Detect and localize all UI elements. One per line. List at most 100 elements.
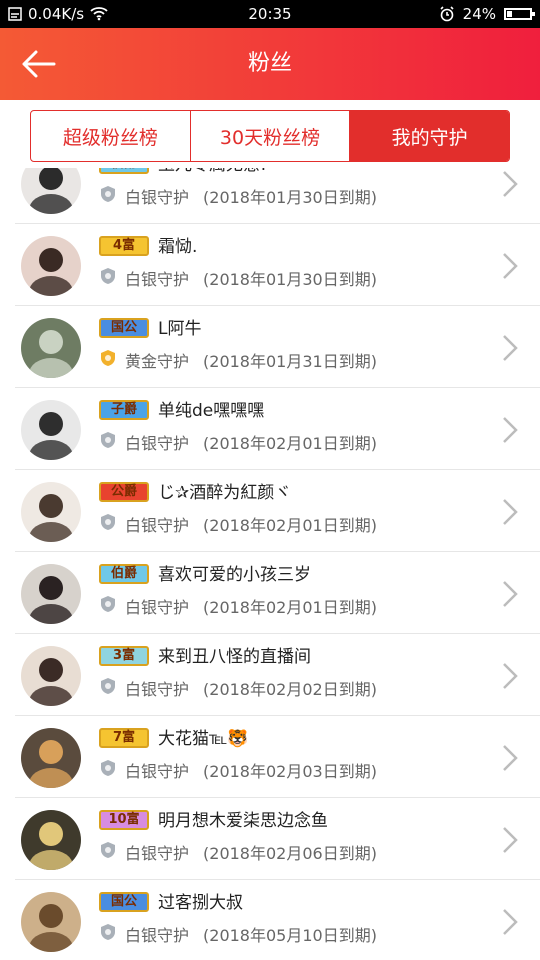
- avatar[interactable]: [21, 728, 81, 788]
- avatar[interactable]: [21, 400, 81, 460]
- list-item[interactable]: 伯爵 喜欢可爱的小孩三岁 白银守护 (2018年02月01日到期): [15, 552, 540, 634]
- level-badge: 公爵: [99, 482, 149, 502]
- user-name: 来到丑八怪的直播间: [158, 647, 311, 667]
- list-item[interactable]: 10富 明月想木爱柒思边念鱼 白银守护 (2018年02月06日到期): [15, 798, 540, 880]
- guard-info: 白银守护 (2018年02月02日到期): [125, 676, 377, 700]
- list-item[interactable]: 伯爵 玉儿专属无意! 白银守护 (2018年01月30日到期): [15, 168, 540, 224]
- guard-info: 白银守护 (2018年02月01日到期): [125, 430, 377, 454]
- level-badge: 伯爵: [99, 564, 149, 584]
- expire-date: (2018年01月31日到期): [203, 352, 377, 371]
- expire-date: (2018年02月01日到期): [203, 598, 377, 617]
- battery-text: 24%: [462, 5, 496, 23]
- battery-fill: [507, 11, 512, 17]
- guard-info: 白银守护 (2018年02月03日到期): [125, 758, 377, 782]
- user-name: 过客捌大叔: [158, 893, 243, 913]
- level-badge: 子爵: [99, 400, 149, 420]
- avatar[interactable]: [21, 318, 81, 378]
- user-name: 喜欢可爱的小孩三岁: [158, 565, 311, 585]
- expire-date: (2018年02月01日到期): [203, 516, 377, 535]
- avatar[interactable]: [21, 892, 81, 952]
- alarm-icon: [439, 6, 455, 22]
- avatar[interactable]: [21, 810, 81, 870]
- tab-bar: 超级粉丝榜 30天粉丝榜 我的守护: [30, 110, 510, 162]
- avatar[interactable]: [21, 646, 81, 706]
- expire-date: (2018年02月03日到期): [203, 762, 377, 781]
- level-badge: 国公: [99, 892, 149, 912]
- gold-guard-icon: [99, 349, 117, 367]
- guard-type: 白银守护: [125, 762, 190, 781]
- chevron-right-icon: [502, 826, 518, 854]
- chevron-right-icon: [502, 580, 518, 608]
- list-item[interactable]: 4富 霜恸. 白银守护 (2018年01月30日到期): [15, 224, 540, 306]
- user-name: L阿牛: [158, 319, 202, 339]
- status-bar: 0.04K/s 20:35 24%: [0, 0, 540, 28]
- silver-guard-icon: [99, 759, 117, 777]
- expire-date: (2018年05月10日到期): [203, 926, 377, 945]
- guard-info: 黄金守护 (2018年01月31日到期): [125, 348, 377, 372]
- user-name: 明月想木爱柒思边念鱼: [158, 811, 328, 831]
- avatar[interactable]: [21, 168, 81, 214]
- guard-info: 白银守护 (2018年01月30日到期): [125, 266, 377, 290]
- level-badge: 7富: [99, 728, 149, 748]
- chevron-right-icon: [502, 744, 518, 772]
- level-badge: 10富: [99, 810, 149, 830]
- guard-info: 白银守护 (2018年01月30日到期): [125, 184, 377, 208]
- app-header: 粉丝: [0, 28, 540, 100]
- guard-type: 白银守护: [125, 598, 190, 617]
- avatar[interactable]: [21, 482, 81, 542]
- guard-info: 白银守护 (2018年02月01日到期): [125, 594, 377, 618]
- silver-guard-icon: [99, 513, 117, 531]
- expire-date: (2018年02月06日到期): [203, 844, 377, 863]
- list-item[interactable]: 公爵 じ✰酒醉为紅颜ヾ 白银守护 (2018年02月01日到期): [15, 470, 540, 552]
- expire-date: (2018年02月02日到期): [203, 680, 377, 699]
- user-name: 霜恸.: [158, 237, 198, 257]
- chevron-right-icon: [502, 252, 518, 280]
- user-name: 单纯de嘿嘿嘿: [158, 401, 265, 421]
- silver-guard-icon: [99, 595, 117, 613]
- guard-info: 白银守护 (2018年02月06日到期): [125, 840, 377, 864]
- silver-guard-icon: [99, 267, 117, 285]
- tab-30-day-fans[interactable]: 30天粉丝榜: [191, 111, 351, 161]
- user-name: 玉儿专属无意!: [158, 168, 267, 175]
- expire-date: (2018年01月30日到期): [203, 188, 377, 207]
- list-item[interactable]: 7富 大花猫℡🐯 白银守护 (2018年02月03日到期): [15, 716, 540, 798]
- user-name: じ✰酒醉为紅颜ヾ: [158, 483, 292, 503]
- chevron-right-icon: [502, 170, 518, 198]
- user-name: 大花猫℡🐯: [158, 729, 249, 749]
- avatar[interactable]: [21, 564, 81, 624]
- tab-super-fans[interactable]: 超级粉丝榜: [31, 111, 191, 161]
- expire-date: (2018年02月01日到期): [203, 434, 377, 453]
- battery-icon: [504, 8, 535, 20]
- guard-type: 白银守护: [125, 926, 190, 945]
- guard-type: 白银守护: [125, 680, 190, 699]
- avatar[interactable]: [21, 236, 81, 296]
- silver-guard-icon: [99, 677, 117, 695]
- silver-guard-icon: [99, 923, 117, 941]
- guard-info: 白银守护 (2018年05月10日到期): [125, 922, 377, 946]
- guard-type: 黄金守护: [125, 352, 190, 371]
- chevron-right-icon: [502, 334, 518, 362]
- tab-my-guard[interactable]: 我的守护: [350, 111, 509, 161]
- level-badge: 国公: [99, 318, 149, 338]
- silver-guard-icon: [99, 431, 117, 449]
- list-item[interactable]: 3富 来到丑八怪的直播间 白银守护 (2018年02月02日到期): [15, 634, 540, 716]
- chevron-right-icon: [502, 416, 518, 444]
- list-item[interactable]: 子爵 单纯de嘿嘿嘿 白银守护 (2018年02月01日到期): [15, 388, 540, 470]
- chevron-right-icon: [502, 908, 518, 936]
- list-item[interactable]: 国公 L阿牛 黄金守护 (2018年01月31日到期): [15, 306, 540, 388]
- chevron-right-icon: [502, 498, 518, 526]
- guard-info: 白银守护 (2018年02月01日到期): [125, 512, 377, 536]
- guard-type: 白银守护: [125, 270, 190, 289]
- page-title: 粉丝: [247, 51, 292, 76]
- level-badge: 3富: [99, 646, 149, 666]
- expire-date: (2018年01月30日到期): [203, 270, 377, 289]
- guard-type: 白银守护: [125, 434, 190, 453]
- chevron-right-icon: [502, 662, 518, 690]
- silver-guard-icon: [99, 185, 117, 203]
- level-badge: 4富: [99, 236, 149, 256]
- guard-type: 白银守护: [125, 844, 190, 863]
- list-item[interactable]: 国公 过客捌大叔 白银守护 (2018年05月10日到期): [15, 880, 540, 960]
- guard-list: 伯爵 玉儿专属无意! 白银守护 (2018年01月30日到期) 4富 霜恸. 白银…: [0, 168, 540, 960]
- silver-guard-icon: [99, 841, 117, 859]
- level-badge: 伯爵: [99, 168, 149, 174]
